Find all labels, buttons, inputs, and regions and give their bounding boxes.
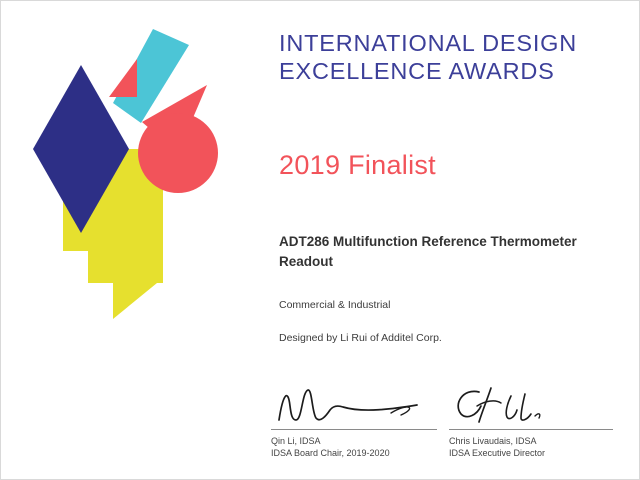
product-name-text: ADT286 Multifunction Reference Thermomet…: [279, 232, 614, 273]
signature-chris-livaudais-image: [449, 382, 613, 428]
award-program-title: INTERNATIONAL DESIGN EXCELLENCE AWARDS: [279, 29, 577, 85]
logo-yellow-triangle-shape: [113, 283, 157, 319]
logo-coral-triangle-shape: [109, 59, 137, 97]
category-text: Commercial & Industrial: [279, 299, 390, 311]
award-level-text: 2019 Finalist: [279, 150, 436, 181]
certificate-page: INTERNATIONAL DESIGN EXCELLENCE AWARDS 2…: [0, 0, 640, 480]
signatory-name-right: Chris Livaudais, IDSA: [449, 436, 613, 446]
idsa-idea-logo: [1, 1, 261, 331]
logo-coral-circle-shape: [138, 113, 218, 193]
signatory-role-left: IDSA Board Chair, 2019-2020: [271, 448, 437, 458]
designer-credit-text: Designed by Li Rui of Additel Corp.: [279, 332, 442, 344]
signature-line-left: [271, 429, 437, 430]
signatory-role-right: IDSA Executive Director: [449, 448, 613, 458]
award-program-title-line2: EXCELLENCE AWARDS: [279, 57, 577, 85]
signature-qin-li-image: [271, 382, 437, 428]
award-program-title-line1: INTERNATIONAL DESIGN: [279, 29, 577, 57]
logo-yellow-step-shape: [88, 251, 163, 283]
signatory-block-right: Chris Livaudais, IDSA IDSA Executive Dir…: [449, 382, 613, 458]
signature-line-right: [449, 429, 613, 430]
signatory-block-left: Qin Li, IDSA IDSA Board Chair, 2019-2020: [271, 382, 437, 458]
signatory-name-left: Qin Li, IDSA: [271, 436, 437, 446]
